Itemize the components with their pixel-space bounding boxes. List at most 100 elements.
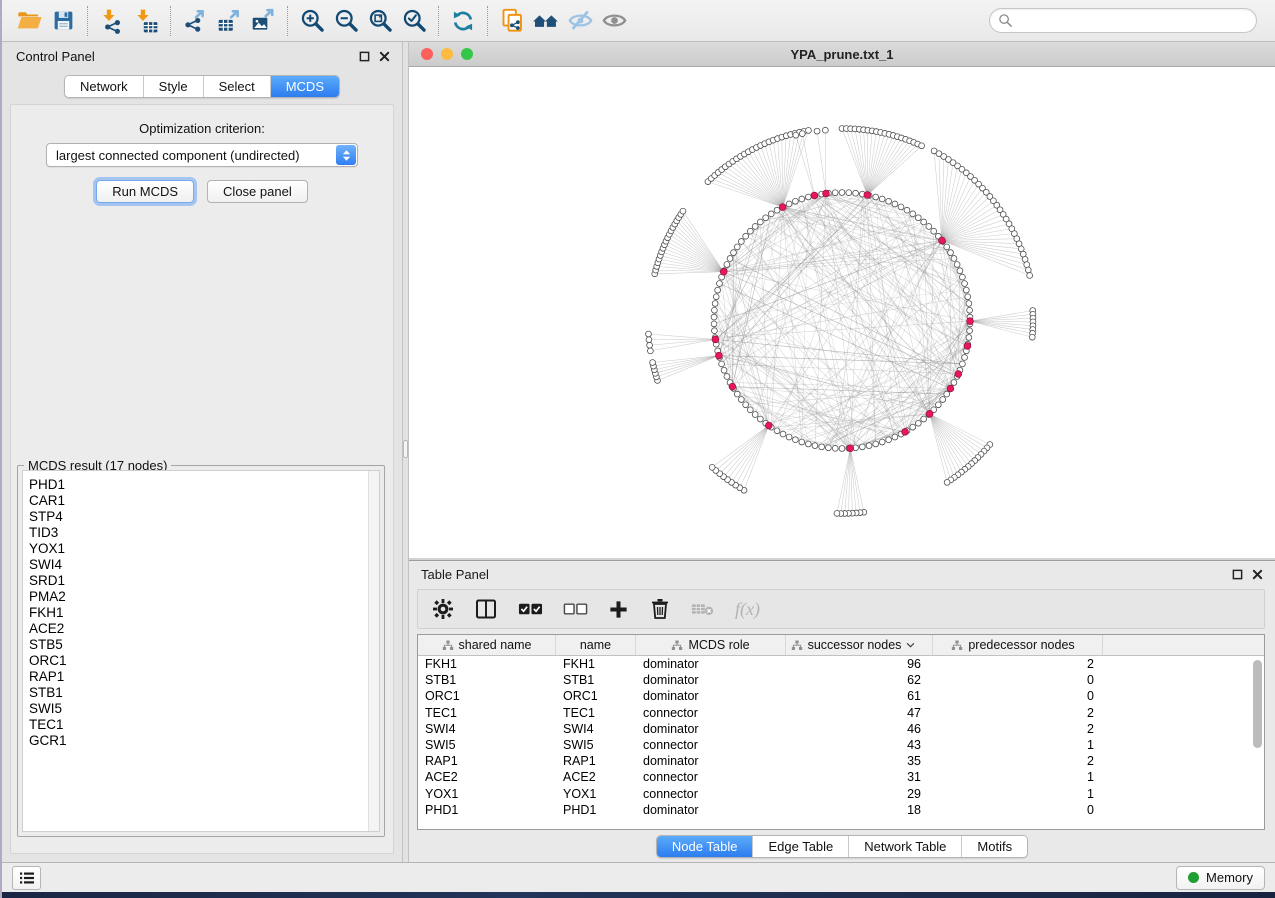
network-node[interactable] xyxy=(712,301,718,307)
list-item[interactable]: STP4 xyxy=(29,509,368,525)
mcds-hub-node[interactable] xyxy=(964,343,971,350)
network-node[interactable] xyxy=(832,190,838,196)
network-node[interactable] xyxy=(967,328,973,334)
network-node[interactable] xyxy=(799,131,805,137)
open-file-icon[interactable] xyxy=(12,5,46,37)
mcds-hub-node[interactable] xyxy=(967,318,974,325)
network-node[interactable] xyxy=(931,228,937,234)
network-node[interactable] xyxy=(1022,256,1028,262)
network-node[interactable] xyxy=(799,439,805,445)
network-node[interactable] xyxy=(752,224,758,230)
mcds-hub-node[interactable] xyxy=(712,336,719,343)
table-row[interactable]: ORC1ORC1dominator610 xyxy=(418,688,1264,704)
first-neighbors-icon[interactable] xyxy=(529,5,563,37)
zoom-selected-icon[interactable] xyxy=(397,5,431,37)
list-item[interactable]: GCR1 xyxy=(29,733,368,749)
table-scrollbar[interactable] xyxy=(1253,658,1262,827)
mcds-hub-node[interactable] xyxy=(938,237,945,244)
network-node[interactable] xyxy=(1027,273,1033,279)
list-item[interactable]: RAP1 xyxy=(29,669,368,685)
network-graph[interactable] xyxy=(409,67,1275,558)
network-node[interactable] xyxy=(780,431,786,437)
network-node[interactable] xyxy=(846,190,852,196)
network-node[interactable] xyxy=(712,328,718,334)
list-item[interactable]: TID3 xyxy=(29,525,368,541)
network-node[interactable] xyxy=(892,434,898,440)
network-node[interactable] xyxy=(951,256,957,262)
mcds-hub-node[interactable] xyxy=(823,190,830,197)
column-header-shared-name[interactable]: shared name xyxy=(418,635,556,655)
network-node[interactable] xyxy=(734,244,740,250)
list-item[interactable]: TEC1 xyxy=(29,717,368,733)
list-item[interactable]: SWI4 xyxy=(29,557,368,573)
network-node[interactable] xyxy=(724,262,730,268)
close-panel-icon[interactable] xyxy=(379,51,390,62)
criterion-dropdown[interactable]: largest connected component (undirected) xyxy=(46,143,358,167)
network-node[interactable] xyxy=(839,446,845,452)
network-node[interactable] xyxy=(954,262,960,268)
network-node[interactable] xyxy=(921,416,927,422)
network-node[interactable] xyxy=(731,250,737,256)
zoom-fit-icon[interactable] xyxy=(363,5,397,37)
vertical-splitter[interactable] xyxy=(402,42,409,862)
network-node[interactable] xyxy=(757,416,763,422)
table-row[interactable]: RAP1RAP1dominator352 xyxy=(418,753,1264,769)
column-header-MCDS-role[interactable]: MCDS role xyxy=(636,635,786,655)
list-item[interactable]: STB1 xyxy=(29,685,368,701)
search-input[interactable] xyxy=(1013,11,1256,31)
network-node[interactable] xyxy=(786,201,792,207)
network-node[interactable] xyxy=(951,380,957,386)
network-node[interactable] xyxy=(792,198,798,204)
zoom-out-icon[interactable] xyxy=(329,5,363,37)
network-node[interactable] xyxy=(879,439,885,445)
tab-network-table[interactable]: Network Table xyxy=(849,836,962,857)
task-history-button[interactable] xyxy=(12,866,41,890)
network-node[interactable] xyxy=(879,196,885,202)
zoom-in-icon[interactable] xyxy=(295,5,329,37)
scrollbar-thumb[interactable] xyxy=(1253,660,1262,748)
table-row[interactable]: FKH1FKH1dominator962 xyxy=(418,656,1264,672)
network-node[interactable] xyxy=(898,204,904,210)
tab-motifs[interactable]: Motifs xyxy=(962,836,1027,857)
mcds-hub-node[interactable] xyxy=(765,422,772,429)
network-node[interactable] xyxy=(948,250,954,256)
list-item[interactable]: ACE2 xyxy=(29,621,368,637)
network-node[interactable] xyxy=(910,211,916,217)
close-panel-icon[interactable] xyxy=(1252,569,1263,580)
mcds-hub-node[interactable] xyxy=(864,192,871,199)
mcds-hub-node[interactable] xyxy=(720,268,727,275)
network-node[interactable] xyxy=(960,274,966,280)
network-node[interactable] xyxy=(727,256,733,262)
list-item[interactable]: SWI5 xyxy=(29,701,368,717)
network-canvas[interactable] xyxy=(409,67,1275,558)
network-node[interactable] xyxy=(711,321,717,327)
memory-button[interactable]: Memory xyxy=(1176,866,1265,890)
close-panel-button[interactable]: Close panel xyxy=(207,180,308,203)
table-row[interactable]: PHD1PHD1dominator180 xyxy=(418,802,1264,818)
network-node[interactable] xyxy=(1024,262,1030,268)
show-all-icon[interactable] xyxy=(597,5,631,37)
save-icon[interactable] xyxy=(46,5,80,37)
mcds-hub-node[interactable] xyxy=(902,429,909,436)
network-node[interactable] xyxy=(738,397,744,403)
network-node[interactable] xyxy=(919,143,925,149)
tab-style[interactable]: Style xyxy=(144,76,204,97)
network-node[interactable] xyxy=(646,331,652,337)
network-node[interactable] xyxy=(957,268,963,274)
network-node[interactable] xyxy=(904,207,910,213)
network-node[interactable] xyxy=(940,397,946,403)
table-options-icon[interactable] xyxy=(432,598,454,620)
network-node[interactable] xyxy=(763,215,769,221)
network-node[interactable] xyxy=(812,443,818,449)
network-node[interactable] xyxy=(715,287,721,293)
network-node[interactable] xyxy=(839,190,845,196)
network-node[interactable] xyxy=(713,294,719,300)
network-node[interactable] xyxy=(926,224,932,230)
network-node[interactable] xyxy=(859,444,865,450)
network-node[interactable] xyxy=(774,428,780,434)
network-node[interactable] xyxy=(747,407,753,413)
list-item[interactable]: STB5 xyxy=(29,637,368,653)
network-node[interactable] xyxy=(743,233,749,239)
table-row[interactable]: YOX1YOX1connector291 xyxy=(418,786,1264,802)
network-node[interactable] xyxy=(1025,267,1031,273)
